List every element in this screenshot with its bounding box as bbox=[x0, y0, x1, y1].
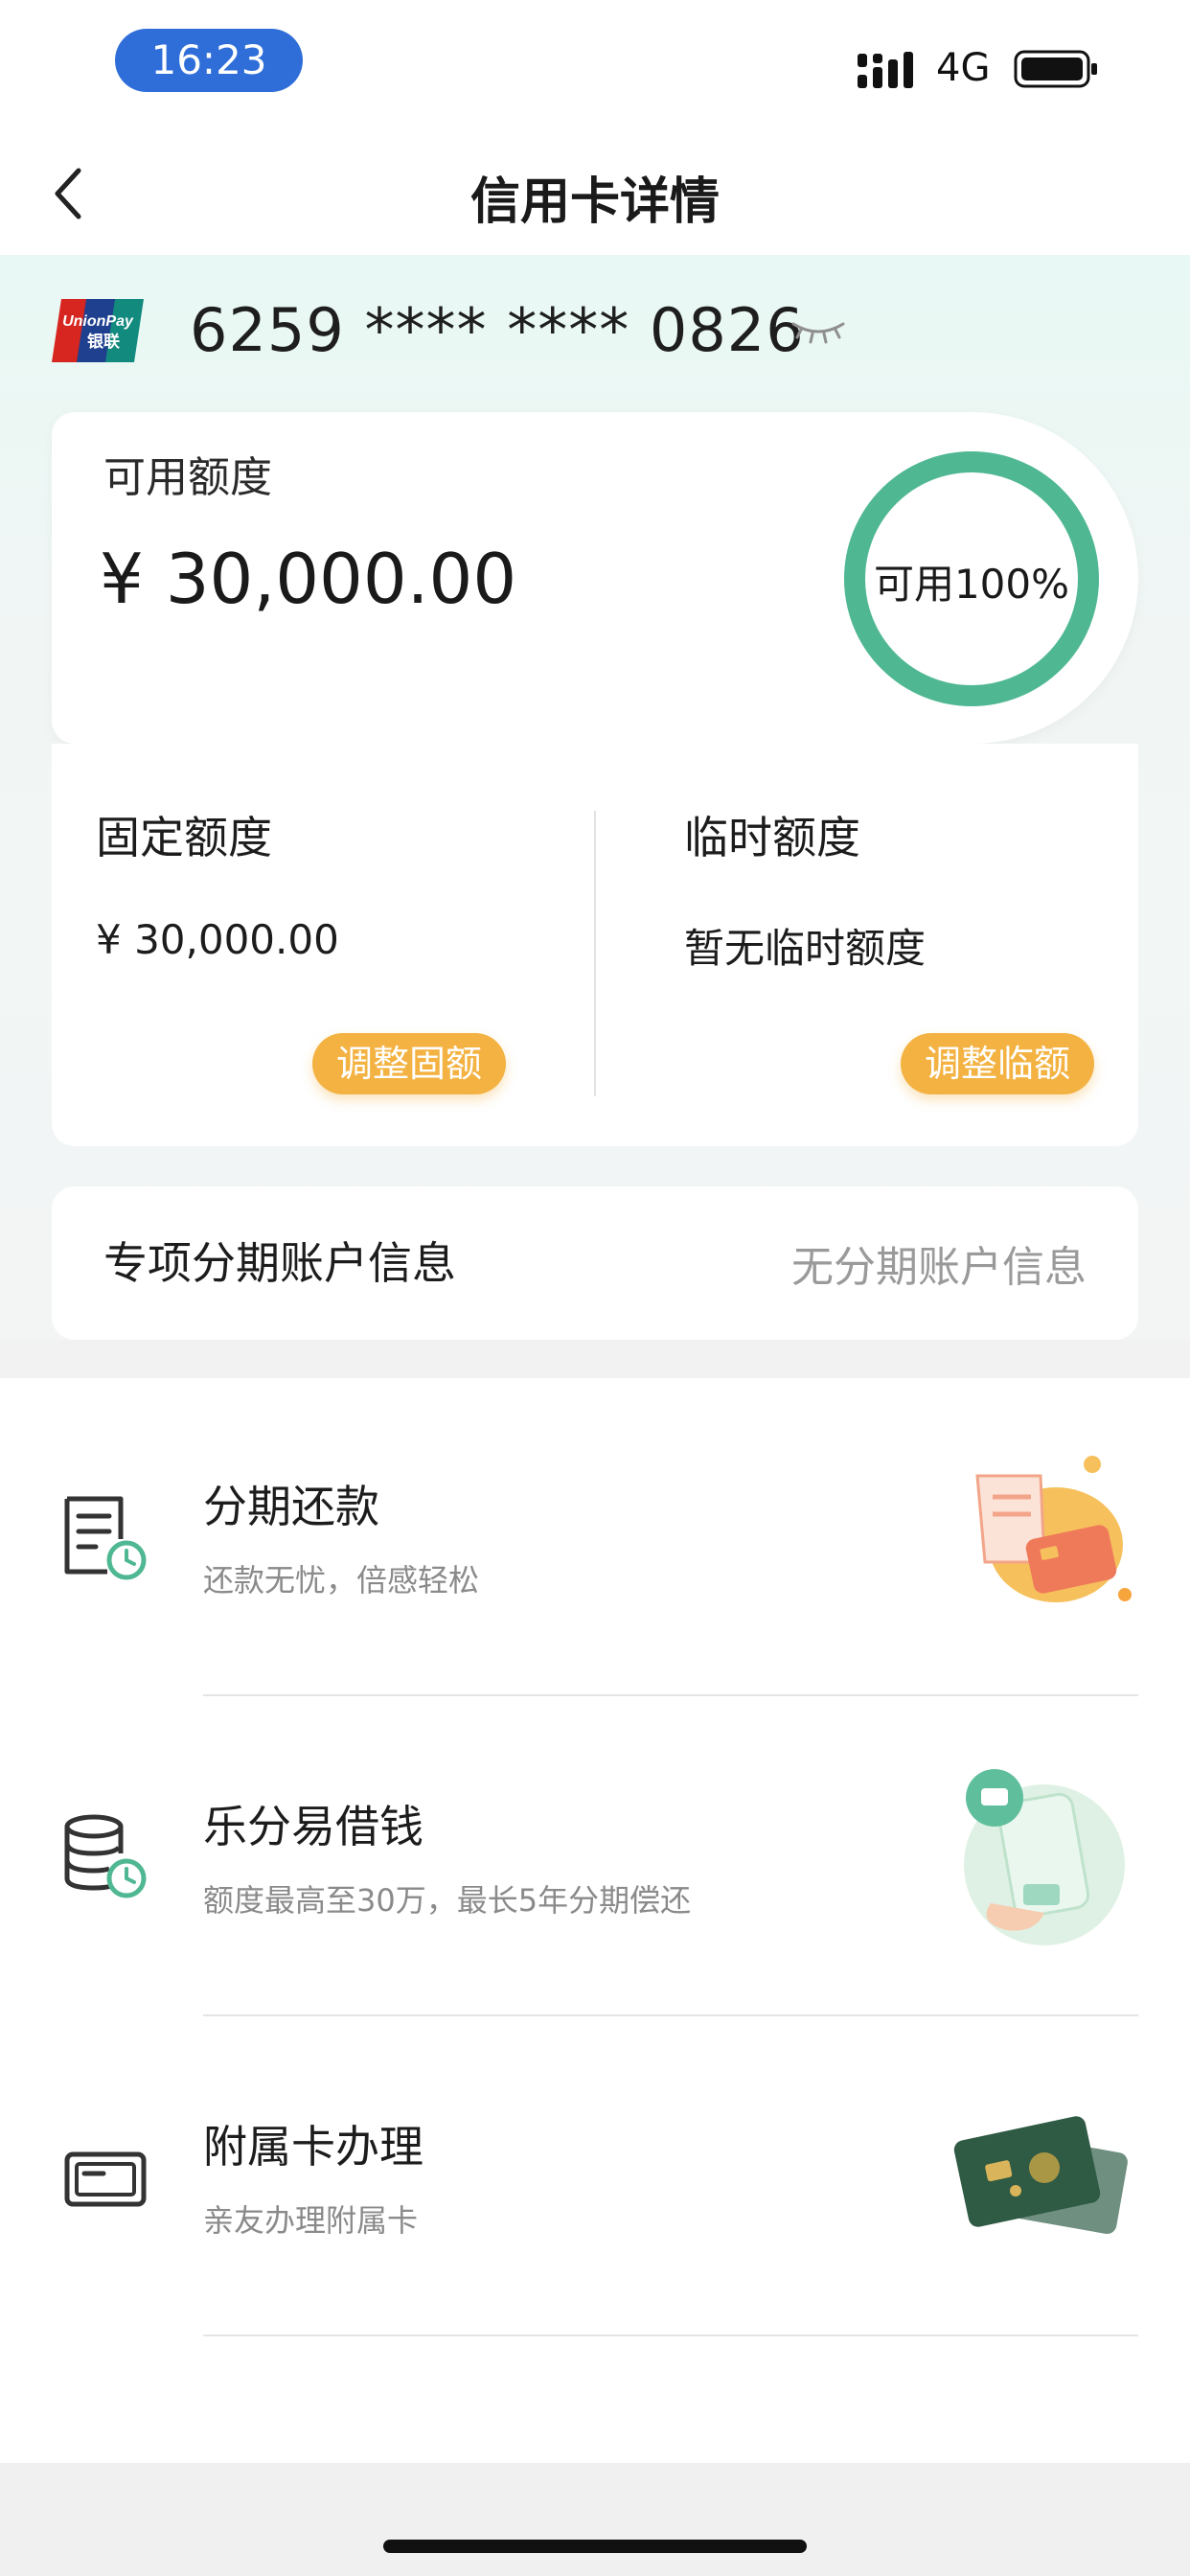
home-indicator[interactable] bbox=[383, 2540, 807, 2553]
card-icon bbox=[64, 2151, 147, 2207]
service-divider bbox=[203, 2014, 1138, 2016]
status-time: 16:23 bbox=[115, 29, 303, 92]
page-title: 信用卡详情 bbox=[469, 173, 720, 231]
service-subtitle-loan: 额度最高至30万，最长5年分期偿还 bbox=[203, 1882, 692, 1919]
service-divider bbox=[203, 1694, 1138, 1696]
limits-divider bbox=[594, 811, 596, 1096]
card-number: 6259 **** **** 0826 bbox=[190, 295, 805, 365]
status-bar: 16:23 4G bbox=[0, 0, 1190, 134]
eye-closed-icon[interactable] bbox=[791, 318, 845, 345]
service-divider bbox=[203, 2334, 1138, 2336]
available-credit-amount: ¥ 30,000.00 bbox=[100, 539, 517, 619]
bottom-safe-area bbox=[0, 2463, 1190, 2576]
adjust-fixed-button[interactable]: 调整固额 bbox=[312, 1033, 506, 1094]
fixed-limit-amount: ¥ 30,000.00 bbox=[96, 916, 339, 963]
coins-clock-icon bbox=[64, 1814, 147, 1898]
available-credit-label: 可用额度 bbox=[103, 453, 272, 502]
service-subtitle-supplementary-card: 亲友办理附属卡 bbox=[203, 2202, 419, 2239]
installment-illustration bbox=[975, 1456, 1132, 1602]
nav-bar: 信用卡详情 bbox=[0, 134, 1190, 255]
signal-icon bbox=[858, 52, 913, 88]
supplementary-card-illustration bbox=[953, 2116, 1128, 2235]
service-title-installment[interactable]: 分期还款 bbox=[203, 1472, 379, 1535]
installment-account-value: 无分期账户信息 bbox=[791, 1243, 1087, 1292]
battery-icon bbox=[1014, 50, 1097, 88]
service-title-loan[interactable]: 乐分易借钱 bbox=[203, 1792, 423, 1855]
network-type: 4G bbox=[936, 46, 991, 90]
unionpay-cn-text: 银联 bbox=[87, 332, 120, 352]
fixed-limit-label: 固定额度 bbox=[96, 812, 272, 863]
installment-account-label: 专项分期账户信息 bbox=[103, 1237, 456, 1289]
loan-illustration bbox=[964, 1769, 1125, 1945]
section-gap bbox=[0, 1340, 1190, 1378]
unionpay-logo: UnionPay 银联 bbox=[52, 299, 144, 362]
service-subtitle-installment: 还款无忧，倍感轻松 bbox=[203, 1562, 480, 1598]
bill-clock-icon bbox=[64, 1496, 147, 1580]
service-title-supplementary-card[interactable]: 附属卡办理 bbox=[203, 2112, 423, 2175]
ring-percent-text: 可用100% bbox=[873, 561, 1070, 608]
temp-limit-label: 临时额度 bbox=[684, 812, 860, 863]
unionpay-text: UnionPay bbox=[62, 313, 134, 330]
temp-limit-value: 暂无临时额度 bbox=[684, 925, 927, 972]
adjust-temp-button[interactable]: 调整临额 bbox=[901, 1033, 1094, 1094]
